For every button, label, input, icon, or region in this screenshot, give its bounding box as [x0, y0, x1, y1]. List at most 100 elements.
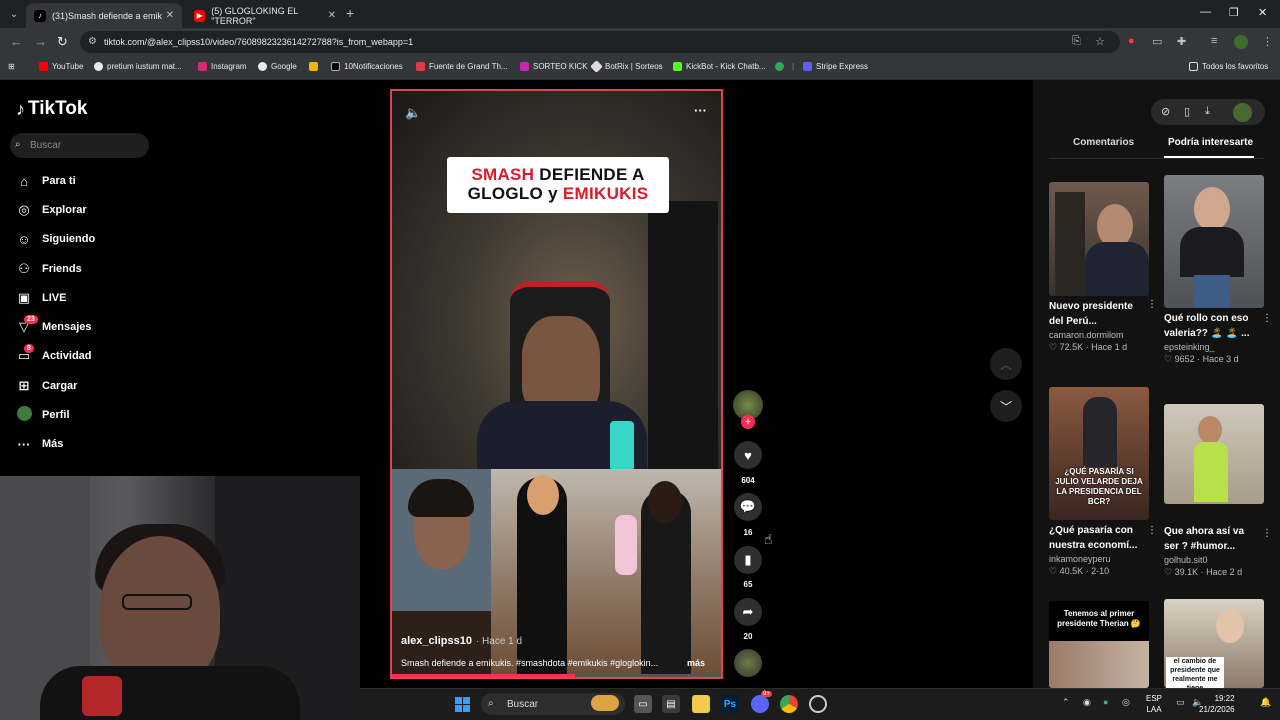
video-progress-bar[interactable]: [392, 674, 721, 677]
new-tab-button[interactable]: +: [346, 5, 354, 21]
bookmark-x[interactable]: 10Notificaciones: [331, 62, 403, 71]
printer-app-icon[interactable]: ▤: [662, 695, 680, 713]
next-video-button[interactable]: ﹀: [990, 390, 1022, 422]
bookmark-grand-theft[interactable]: Fuente de Grand Th...: [416, 62, 508, 71]
tab-tiktok[interactable]: ♪ (31)Smash defiende a emik ✕: [26, 3, 182, 28]
reload-icon[interactable]: ↻: [57, 34, 68, 50]
video-thumbnail[interactable]: [1164, 404, 1264, 504]
suggested-video-card[interactable]: Tenemos al primer presidente Therian 🤔: [1049, 601, 1149, 688]
compass-icon[interactable]: ⊘: [1161, 105, 1170, 118]
all-favorites-folder[interactable]: Todos los favoritos: [1189, 62, 1268, 71]
bookmark-google[interactable]: Google: [258, 62, 297, 71]
chrome-menu-icon[interactable]: ⋮: [1262, 35, 1273, 48]
nav-perfil[interactable]: Perfil: [16, 405, 70, 425]
address-bar[interactable]: ⚙ tiktok.com/@alex_clipss10/video/760898…: [80, 31, 1120, 53]
suggested-video-card[interactable]: ⋮ Nuevo presidente del Perú... camaron.d…: [1049, 182, 1157, 353]
video-thumbnail[interactable]: [1049, 182, 1149, 296]
extensions-puzzle-icon[interactable]: ✚: [1177, 35, 1186, 48]
nav-mensajes[interactable]: ▽ 23 Mensajes: [16, 315, 92, 337]
nav-siguiendo[interactable]: ☺ Siguiendo: [16, 229, 95, 249]
tab-youtube[interactable]: ▶ (5) GLOGLOKING EL "TERROR" ✕: [186, 3, 344, 28]
card-more-icon[interactable]: ⋮: [1262, 313, 1272, 324]
card-more-icon[interactable]: ⋮: [1147, 525, 1157, 536]
card-author[interactable]: epsteinking_: [1164, 342, 1264, 352]
language-indicator[interactable]: ESP LAA: [1146, 693, 1162, 715]
bookmark-kickbot[interactable]: KickBot - Kick Chatb...: [673, 62, 766, 71]
suggested-video-card[interactable]: ⋮ Qué rollo con eso valeria?? 🏝️ 🏝️ ... …: [1164, 175, 1272, 365]
tray-audio-icon[interactable]: ◎: [1122, 697, 1130, 708]
restore-icon[interactable]: ❐: [1229, 6, 1239, 19]
suggested-video-card[interactable]: el cambio de presidente que realmente me…: [1164, 599, 1264, 688]
bookmark-green[interactable]: |: [775, 62, 794, 71]
nav-live[interactable]: ▣ LIVE: [16, 288, 67, 308]
card-more-icon[interactable]: ⋮: [1262, 528, 1272, 539]
suggested-video-card[interactable]: ⋮ Que ahora así va ser ? #humor... golhu…: [1164, 404, 1272, 578]
taskbar-search[interactable]: ⌕ Buscar: [481, 693, 625, 715]
nav-actividad[interactable]: ▭ 8 Actividad: [16, 344, 92, 366]
close-tab-icon[interactable]: ✕: [328, 10, 336, 21]
suggested-video-card[interactable]: ¿QUÉ PASARÍA SI JULIO VELARDE DEJA LA PR…: [1049, 387, 1157, 577]
profile-avatar-icon[interactable]: [1234, 35, 1248, 49]
more-link[interactable]: más: [687, 658, 705, 668]
share-button[interactable]: ➦: [734, 598, 762, 626]
bookmark-instagram[interactable]: Instagram: [198, 62, 247, 71]
download-icon[interactable]: ⤓: [1205, 105, 1210, 118]
tab-suggested[interactable]: Podría interesarte: [1168, 137, 1253, 148]
windows-start-icon[interactable]: [455, 697, 470, 712]
chrome-icon[interactable]: [780, 695, 798, 713]
volume-icon[interactable]: 🔈: [405, 105, 421, 121]
video-thumbnail[interactable]: [1164, 175, 1264, 308]
video-author[interactable]: alex_clipss10 · Hace 1 d: [401, 635, 522, 647]
discord-icon[interactable]: 9+: [751, 691, 772, 713]
apps-icon[interactable]: ⊞: [8, 62, 15, 71]
tab-comments[interactable]: Comentarios: [1073, 137, 1134, 148]
tab-search-icon[interactable]: ⌄: [6, 6, 22, 22]
bookmark-stripe[interactable]: Stripe Express: [803, 62, 868, 71]
bookmark-star-icon[interactable]: ☆: [1095, 35, 1105, 48]
photoshop-icon[interactable]: Ps: [721, 695, 739, 713]
network-icon[interactable]: ▭: [1176, 697, 1185, 708]
bookmark-youtube[interactable]: YouTube: [39, 62, 83, 71]
close-tab-icon[interactable]: ✕: [166, 10, 174, 21]
taskbar-clock[interactable]: 19:22 21/2/2026: [1199, 693, 1235, 715]
sound-disc[interactable]: [734, 649, 762, 677]
comment-button[interactable]: 💬: [734, 493, 762, 521]
nav-friends[interactable]: ⚇ Friends: [16, 259, 82, 279]
video-thumbnail[interactable]: ¿QUÉ PASARÍA SI JULIO VELARDE DEJA LA PR…: [1049, 387, 1149, 520]
like-button[interactable]: ♥: [734, 441, 762, 469]
task-view-icon[interactable]: ▭: [634, 695, 652, 713]
bookmark-sorteo-kick[interactable]: SORTEO KICK: [520, 62, 588, 71]
file-explorer-icon[interactable]: [692, 695, 710, 713]
video-player[interactable]: SMASH DEFIENDE A GLOGLO y EMIKUKIS 🔈 ···…: [390, 89, 723, 679]
video-thumbnail[interactable]: Tenemos al primer presidente Therian 🤔: [1049, 601, 1149, 688]
notifications-icon[interactable]: 🔔: [1260, 697, 1271, 708]
back-icon[interactable]: ←: [10, 34, 23, 49]
phone-icon[interactable]: ▯: [1184, 105, 1190, 118]
tiktok-logo[interactable]: ♪ TikTok: [16, 98, 87, 120]
follow-plus-icon[interactable]: +: [741, 415, 755, 429]
forward-icon[interactable]: →: [34, 34, 47, 49]
video-thumbnail[interactable]: el cambio de presidente que realmente me…: [1164, 599, 1264, 688]
card-author[interactable]: camaron.dormilom: [1049, 330, 1149, 340]
more-options-icon[interactable]: ···: [694, 103, 707, 118]
nav-explorar[interactable]: ◎ Explorar: [16, 200, 86, 220]
minimize-icon[interactable]: —: [1200, 6, 1211, 18]
tray-chevron-up-icon[interactable]: ⌃: [1062, 697, 1070, 708]
card-author[interactable]: golhub.sit0: [1164, 555, 1264, 565]
tray-app-icon[interactable]: ◉: [1083, 697, 1091, 708]
bookmark-pretium[interactable]: pretium iustum mat...: [94, 62, 182, 71]
save-button[interactable]: ▮: [734, 546, 762, 574]
nav-para-ti[interactable]: ⌂ Para ti: [16, 171, 76, 191]
install-app-icon[interactable]: ⎘: [1072, 35, 1081, 48]
extension-icon[interactable]: ▭: [1152, 35, 1162, 48]
previous-video-button[interactable]: ︿: [990, 348, 1022, 380]
bookmark-colorful[interactable]: [309, 62, 322, 71]
card-more-icon[interactable]: ⋮: [1147, 299, 1157, 310]
author-name[interactable]: alex_clipss10: [401, 635, 472, 647]
site-info-icon[interactable]: ⚙: [88, 36, 97, 47]
bookmark-botrix[interactable]: BotRix | Sorteos: [590, 60, 663, 73]
close-window-icon[interactable]: ✕: [1258, 6, 1267, 19]
nav-cargar[interactable]: ⊞ Cargar: [16, 376, 78, 396]
tray-green-icon[interactable]: ●: [1103, 697, 1108, 707]
obs-icon[interactable]: [809, 695, 827, 713]
